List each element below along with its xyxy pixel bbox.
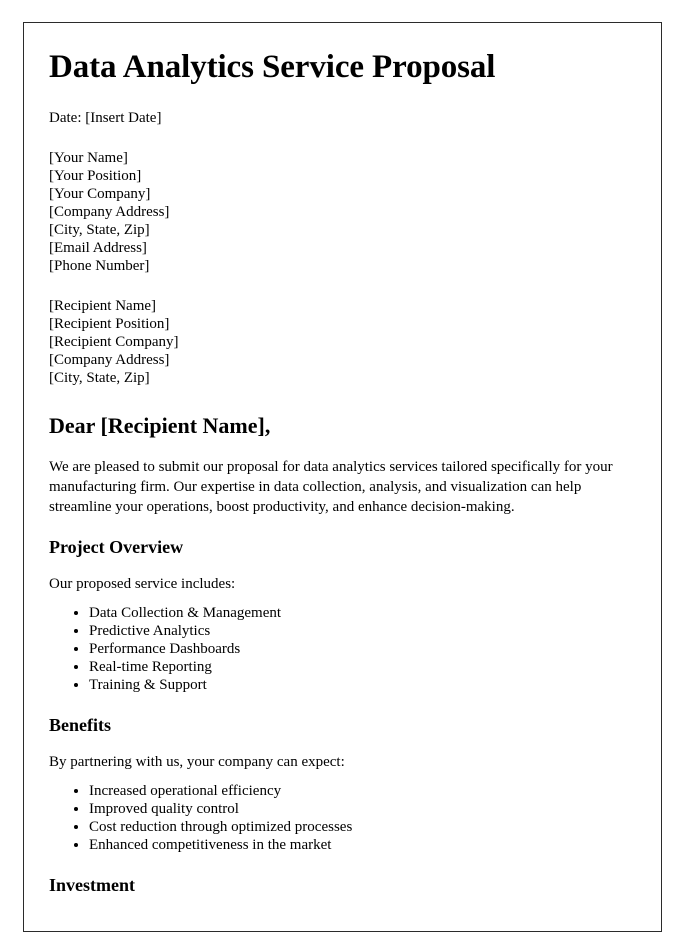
list-item: Predictive Analytics (89, 622, 635, 640)
section-lead-in-project-overview: Our proposed service includes: (49, 575, 236, 592)
address-line: [Email Address] (49, 239, 147, 256)
document-title: Data Analytics Service Proposal (49, 49, 496, 85)
section-heading-benefits: Benefits (49, 714, 111, 735)
address-line: [City, State, Zip] (49, 221, 150, 238)
address-line: [Your Name] (49, 149, 128, 166)
date-line: Date: [Insert Date] (49, 109, 162, 126)
sender-address-block: [Your Name] [Your Position] [Your Compan… (49, 149, 635, 275)
document-body: Data Analytics Service Proposal Date: [I… (24, 23, 661, 896)
address-line: [Phone Number] (49, 257, 150, 274)
list-item: Training & Support (89, 676, 635, 694)
address-line: [Recipient Name] (49, 297, 157, 314)
recipient-address-block: [Recipient Name] [Recipient Position] [R… (49, 297, 635, 387)
address-line: [Your Position] (49, 167, 142, 184)
address-line: [Company Address] (49, 351, 170, 368)
list-item: Increased operational efficiency (89, 782, 635, 800)
page-canvas: Data Analytics Service Proposal Date: [I… (0, 0, 700, 932)
list-item: Performance Dashboards (89, 640, 635, 658)
intro-paragraph: We are pleased to submit our proposal fo… (49, 459, 613, 516)
benefits-list: Increased operational efficiency Improve… (49, 782, 635, 854)
address-line: [City, State, Zip] (49, 369, 150, 386)
section-heading-investment: Investment (49, 874, 135, 895)
document-page: Data Analytics Service Proposal Date: [I… (23, 22, 662, 932)
section-heading-project-overview: Project Overview (49, 537, 184, 558)
address-line: [Recipient Company] (49, 333, 179, 350)
list-item: Enhanced competitiveness in the market (89, 836, 635, 854)
list-item: Cost reduction through optimized process… (89, 818, 635, 836)
address-line: [Company Address] (49, 203, 170, 220)
project-overview-list: Data Collection & Management Predictive … (49, 604, 635, 694)
section-lead-in-benefits: By partnering with us, your company can … (49, 753, 345, 770)
address-line: [Your Company] (49, 185, 151, 202)
list-item: Improved quality control (89, 800, 635, 818)
salutation-heading: Dear [Recipient Name], (49, 412, 271, 438)
address-line: [Recipient Position] (49, 315, 170, 332)
list-item: Real-time Reporting (89, 658, 635, 676)
list-item: Data Collection & Management (89, 604, 635, 622)
